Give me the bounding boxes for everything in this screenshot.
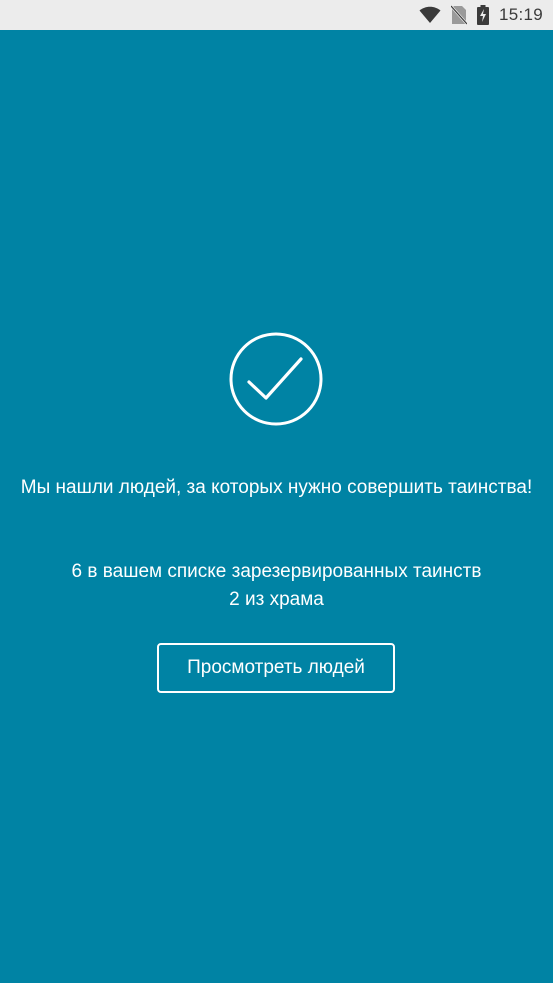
results-headline: Мы нашли людей, за которых нужно соверши… <box>20 477 533 498</box>
no-sim-icon <box>450 5 467 25</box>
temple-count-text: 2 из храма <box>229 589 324 610</box>
view-people-button[interactable]: Просмотреть людей <box>157 643 395 693</box>
status-bar: 15:19 <box>0 0 553 30</box>
clock: 15:19 <box>498 5 543 24</box>
checkmark-circle-icon <box>229 332 323 426</box>
battery-charging-icon <box>476 5 489 25</box>
wifi-icon <box>419 6 441 24</box>
results-screen: Мы нашли людей, за которых нужно соверши… <box>0 30 553 983</box>
reserved-count-text: 6 в вашем списке зарезервированных таинс… <box>71 561 482 582</box>
